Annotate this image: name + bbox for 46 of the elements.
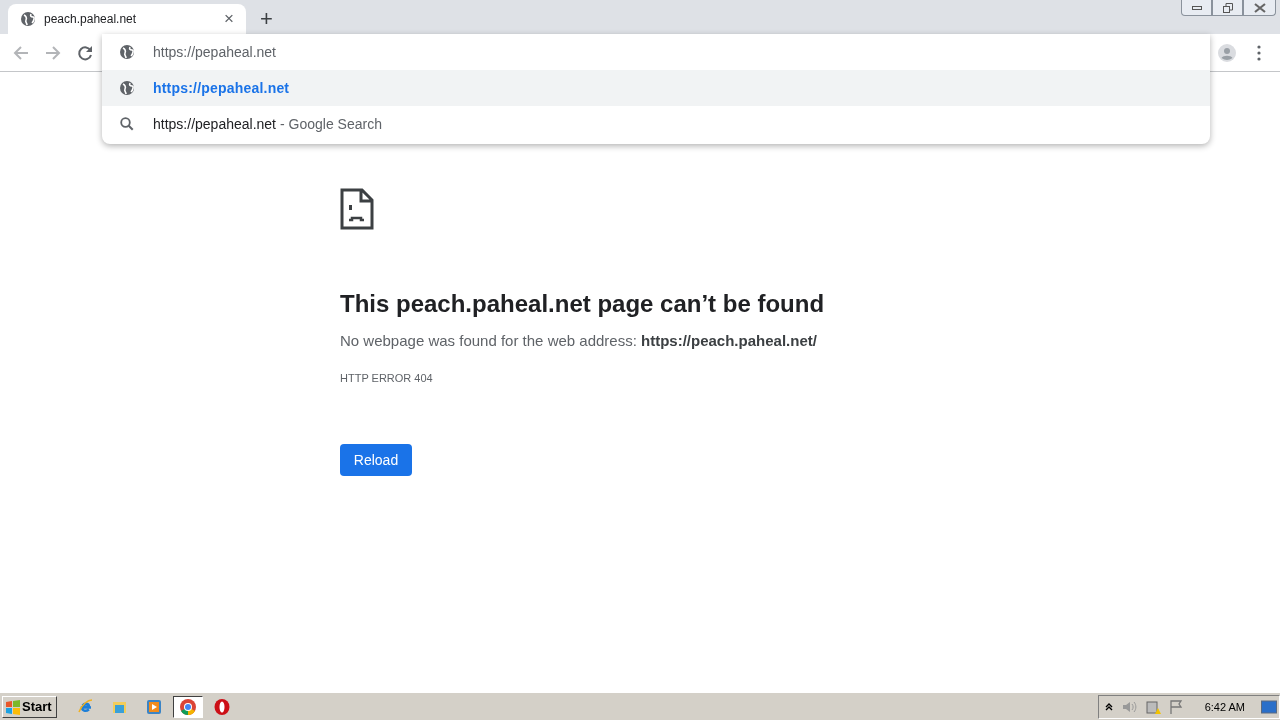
suggestion-item[interactable]: https://pepaheal.net <box>102 70 1210 106</box>
suggestion-text: https://pepaheal.net <box>153 116 276 132</box>
sad-page-icon <box>340 188 374 230</box>
minimize-button[interactable] <box>1181 0 1212 16</box>
back-arrow-icon <box>12 43 30 62</box>
opera-icon <box>212 697 231 716</box>
play-icon <box>144 697 163 716</box>
browser-tab[interactable]: peach.paheal.net × <box>8 4 246 34</box>
minimize-icon <box>1191 5 1202 10</box>
speaker-icon[interactable] <box>1120 699 1137 714</box>
error-code: HTTP ERROR 404 <box>340 372 433 384</box>
chevron-up-icon[interactable] <box>1104 702 1113 711</box>
suggestion-url: https://pepaheal.net <box>153 80 290 96</box>
new-tab-button[interactable]: + <box>256 6 277 32</box>
reload-button[interactable] <box>76 43 94 62</box>
reload-icon <box>76 43 94 62</box>
start-button[interactable]: Start <box>2 695 57 718</box>
back-button[interactable] <box>12 43 30 62</box>
show-desktop-icon[interactable] <box>1261 699 1277 714</box>
forward-arrow-icon <box>44 43 62 62</box>
reload-page-button[interactable]: Reload <box>340 444 412 476</box>
person-avatar-icon <box>1218 43 1236 62</box>
clock-time: 6:42 AM <box>1204 700 1245 713</box>
globe-icon <box>119 44 135 60</box>
menu-icon <box>1257 44 1261 61</box>
address-field[interactable]: https://pepaheal.net <box>153 44 553 60</box>
tab-close-button[interactable]: × <box>220 9 238 29</box>
search-icon <box>119 116 135 132</box>
chrome-icon <box>178 697 197 716</box>
profile-button[interactable] <box>1218 43 1236 62</box>
windows-flag-icon <box>5 698 21 715</box>
error-heading: This peach.paheal.net page can’t be found <box>340 290 825 318</box>
close-icon <box>1253 2 1266 13</box>
taskbar-app-button[interactable] <box>172 695 203 718</box>
close-window-button[interactable] <box>1243 0 1276 16</box>
restore-button[interactable] <box>1212 0 1243 16</box>
tab-title: peach.paheal.net <box>44 12 138 26</box>
globe-icon <box>20 11 36 27</box>
suggestion-item[interactable]: https://pepaheal.net - Google Search <box>102 106 1210 142</box>
flag-icon[interactable] <box>1168 699 1183 714</box>
suggestion-suffix: - Google Search <box>280 116 382 132</box>
globe-icon <box>119 80 135 96</box>
forward-button[interactable] <box>44 43 62 62</box>
restore-icon <box>1222 2 1233 13</box>
network-warning-icon[interactable] <box>1144 698 1161 715</box>
error-description: No webpage was found for the web address: https://peach.paheal.net/ <box>340 332 817 349</box>
